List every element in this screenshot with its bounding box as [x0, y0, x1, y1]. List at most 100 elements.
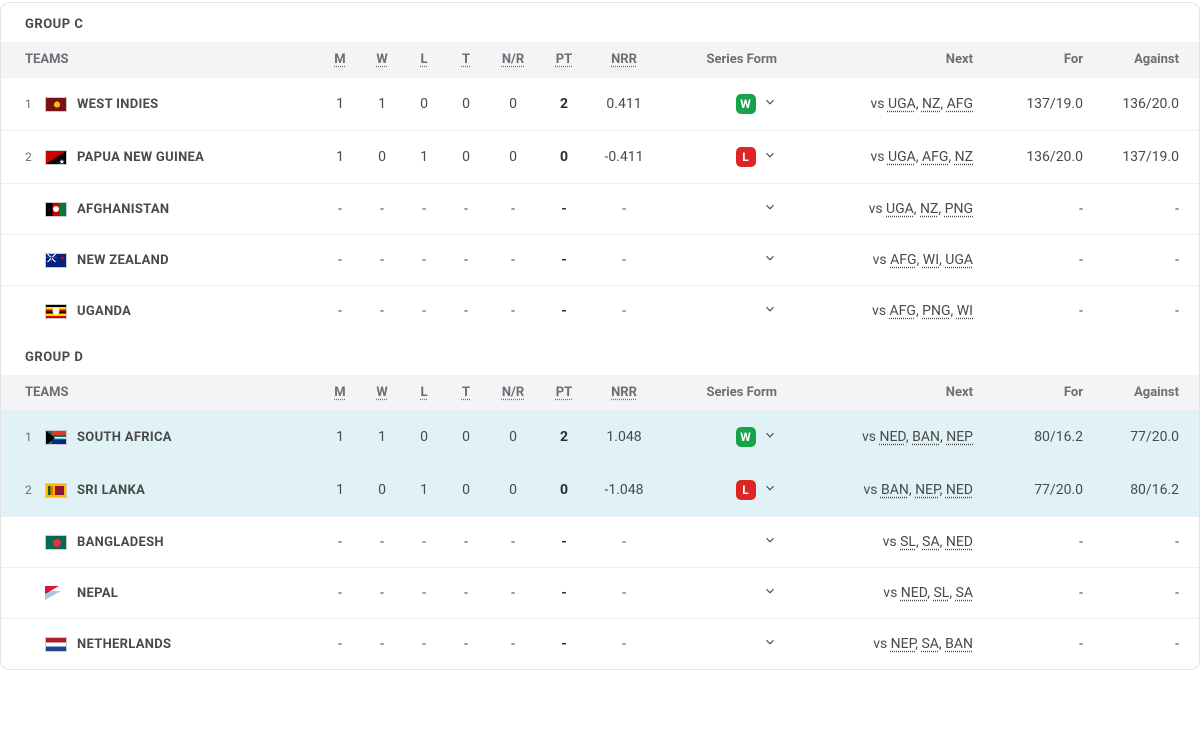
cell-against: - [1089, 235, 1199, 286]
cell-form[interactable]: L [659, 131, 789, 184]
chevron-down-icon[interactable] [763, 95, 777, 113]
col-nrr[interactable]: NRR [589, 42, 659, 78]
team-cell[interactable]: 2PAPUA NEW GUINEA [1, 131, 319, 184]
table-row: 2PAPUA NEW GUINEA101000-0.411L vs UGA, A… [1, 131, 1199, 184]
cell-pt: 0 [539, 464, 589, 517]
next-opponent[interactable]: PNG [922, 303, 950, 319]
next-opponent[interactable]: UGA [888, 149, 916, 165]
flag-icon [45, 304, 67, 319]
cell-nrr: - [589, 619, 659, 670]
cell-form[interactable] [659, 184, 789, 235]
next-opponent[interactable]: UGA [886, 201, 914, 217]
team-cell[interactable]: NEW ZEALAND [1, 235, 319, 286]
cell-nrr: 1.048 [589, 411, 659, 464]
next-opponent[interactable]: AFG [890, 303, 916, 319]
cell-next: vs SL, SA, NED [789, 517, 979, 568]
col-t[interactable]: T [445, 42, 487, 78]
team-cell[interactable]: 1WEST INDIES [1, 78, 319, 131]
col-pt[interactable]: PT [539, 42, 589, 78]
cell-w: 0 [361, 464, 403, 517]
team-cell[interactable]: AFGHANISTAN [1, 184, 319, 235]
next-opponent[interactable]: SL [933, 585, 949, 601]
col-nr[interactable]: N/R [487, 375, 539, 411]
next-opponent[interactable]: NED [946, 482, 973, 498]
next-opponent[interactable]: SA [922, 534, 939, 550]
cell-t: - [445, 184, 487, 235]
next-opponent[interactable]: BAN [881, 482, 909, 498]
next-opponent[interactable]: NEP [915, 482, 940, 498]
chevron-down-icon[interactable] [763, 148, 777, 166]
next-opponent[interactable]: NZ [922, 96, 940, 112]
next-opponent[interactable]: NZ [955, 149, 973, 165]
cell-w: - [361, 619, 403, 670]
cell-form[interactable]: W [659, 78, 789, 131]
col-l[interactable]: L [403, 375, 445, 411]
cell-next: vs BAN, NEP, NED [789, 464, 979, 517]
col-nrr[interactable]: NRR [589, 375, 659, 411]
cell-for: - [979, 184, 1089, 235]
cell-t: 0 [445, 464, 487, 517]
cell-m: - [319, 619, 361, 670]
chevron-down-icon[interactable] [763, 533, 777, 551]
next-opponent[interactable]: SL [900, 534, 916, 550]
cell-form[interactable] [659, 568, 789, 619]
col-nr[interactable]: N/R [487, 42, 539, 78]
cell-nr: - [487, 517, 539, 568]
team-cell[interactable]: UGANDA [1, 286, 319, 337]
flag-icon [45, 430, 67, 445]
cell-t: - [445, 619, 487, 670]
next-opponent[interactable]: UGA [888, 96, 916, 112]
chevron-down-icon[interactable] [763, 428, 777, 446]
team-cell[interactable]: 2SRI LANKA [1, 464, 319, 517]
col-w[interactable]: W [361, 375, 403, 411]
rank: 2 [25, 150, 39, 164]
next-opponent[interactable]: WI [957, 303, 973, 319]
team-cell[interactable]: NETHERLANDS [1, 619, 319, 670]
col-t[interactable]: T [445, 375, 487, 411]
cell-form[interactable] [659, 286, 789, 337]
chevron-down-icon[interactable] [763, 251, 777, 269]
next-opponent[interactable]: NED [901, 585, 927, 601]
cell-form[interactable] [659, 517, 789, 568]
team-name: UGANDA [77, 304, 131, 319]
col-pt[interactable]: PT [539, 375, 589, 411]
next-opponent[interactable]: SA [921, 636, 938, 652]
cell-m: 1 [319, 131, 361, 184]
chevron-down-icon[interactable] [763, 481, 777, 499]
next-opponent[interactable]: AFG [922, 149, 948, 165]
cell-form[interactable]: W [659, 411, 789, 464]
next-opponent[interactable]: NEP [946, 429, 973, 445]
col-m[interactable]: M [319, 375, 361, 411]
next-opponent[interactable]: BAN [912, 429, 940, 445]
next-opponent[interactable]: NEP [891, 636, 916, 652]
col-w[interactable]: W [361, 42, 403, 78]
chevron-down-icon[interactable] [763, 200, 777, 218]
next-opponent[interactable]: AFG [947, 96, 973, 112]
cell-w: 1 [361, 78, 403, 131]
next-opponent[interactable]: SA [956, 585, 973, 601]
next-opponent[interactable]: AFG [890, 252, 916, 268]
next-opponent[interactable]: WI [923, 252, 939, 268]
chevron-down-icon[interactable] [763, 635, 777, 653]
team-cell[interactable]: NEPAL [1, 568, 319, 619]
next-opponent[interactable]: UGA [945, 252, 973, 268]
team-cell[interactable]: BANGLADESH [1, 517, 319, 568]
standings-container: GROUP CTEAMSMWLTN/RPTNRRSeries FormNextF… [0, 2, 1200, 670]
chevron-down-icon[interactable] [763, 584, 777, 602]
cell-form[interactable] [659, 619, 789, 670]
cell-against: - [1089, 568, 1199, 619]
next-opponent[interactable]: NZ [920, 201, 938, 217]
team-cell[interactable]: 1SOUTH AFRICA [1, 411, 319, 464]
group-title: GROUP C [1, 3, 1199, 42]
next-opponent[interactable]: BAN [945, 636, 973, 652]
col-l[interactable]: L [403, 42, 445, 78]
cell-for: - [979, 235, 1089, 286]
cell-form[interactable] [659, 235, 789, 286]
col-m[interactable]: M [319, 42, 361, 78]
cell-nr: - [487, 568, 539, 619]
next-opponent[interactable]: PNG [945, 201, 973, 217]
chevron-down-icon[interactable] [763, 302, 777, 320]
next-opponent[interactable]: NED [946, 534, 973, 550]
cell-form[interactable]: L [659, 464, 789, 517]
next-opponent[interactable]: NED [879, 429, 905, 445]
